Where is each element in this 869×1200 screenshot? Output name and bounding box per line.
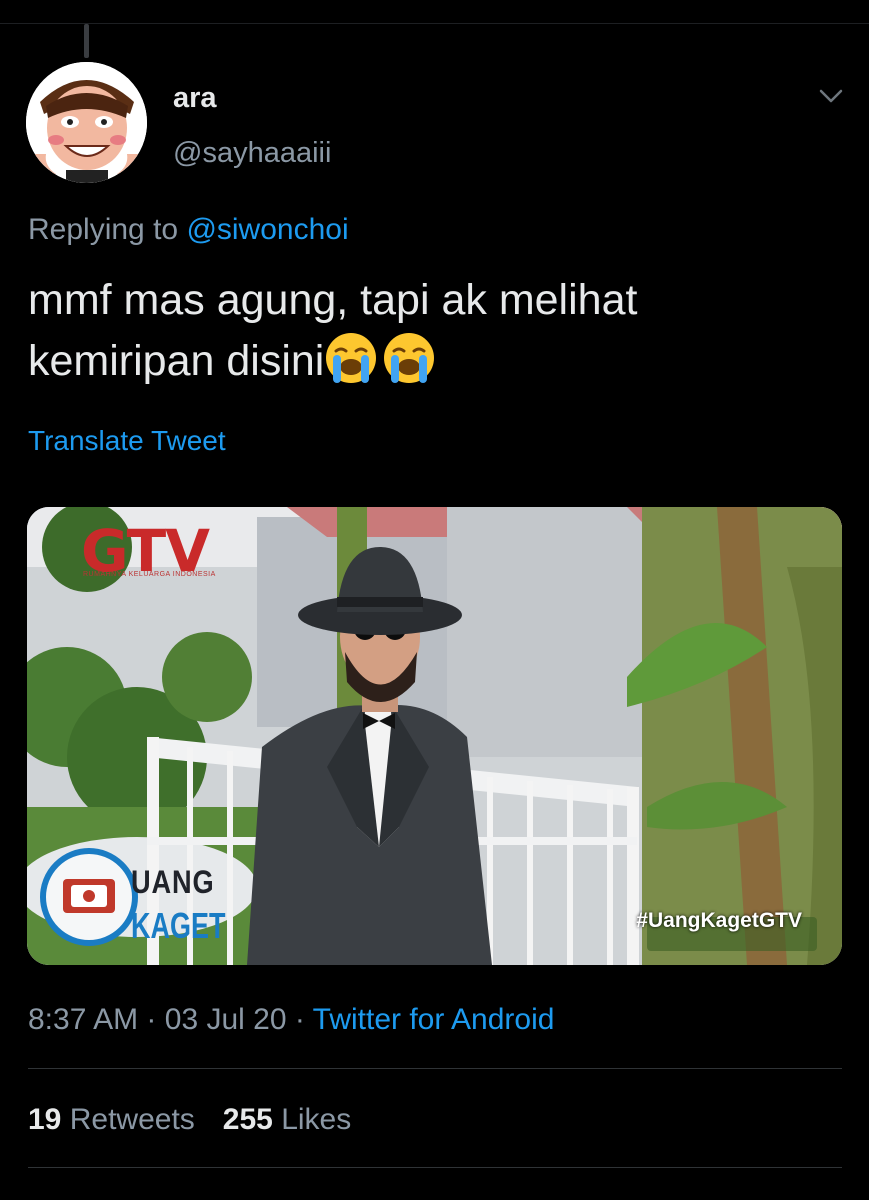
tweet-media-image[interactable]: GTV RUMAHNYA KELUARGA INDONESIA UANG KAG… [27,507,842,965]
likes-label: Likes [281,1103,352,1136]
retweets-count: 19 [28,1103,62,1136]
replying-to: Replying to @siwonchoi [28,213,349,247]
meta-separator: · [146,1003,157,1036]
tweet-source-link[interactable]: Twitter for Android [313,1003,555,1036]
media-brand-tagline: RUMAHNYA KELUARGA INDONESIA [83,571,216,578]
retweets-label: Retweets [69,1103,195,1136]
retweets-stat[interactable]: 19 Retweets [28,1103,195,1136]
stats-top-divider [28,1068,842,1069]
stats-bottom-divider [28,1167,842,1168]
loudly-crying-face-icon [326,333,377,383]
user-handle[interactable]: @sayhaaaiii [173,137,331,170]
top-divider [0,23,869,24]
media-show-title-line-1: UANG [131,864,215,900]
tweet-text: mmf mas agung, tapi ak melihat kemiripan… [28,270,828,392]
loudly-crying-face-icon [384,333,435,383]
likes-count: 255 [222,1103,273,1136]
replying-mention-link[interactable]: @siwonchoi [186,213,348,246]
chevron-down-icon[interactable] [818,86,844,106]
engagement-stats: 19 Retweets 255 Likes [28,1103,351,1137]
thread-connector [84,24,89,58]
display-name[interactable]: ara [173,82,217,115]
likes-stat[interactable]: 255 Likes [223,1103,351,1136]
avatar[interactable] [26,62,147,183]
media-show-title-line-2: KAGET [131,905,226,946]
replying-prefix: Replying to [28,213,179,246]
tweet-time[interactable]: 8:37 AM [28,1003,138,1036]
media-hashtag: #UangKagetGTV [636,909,802,932]
tweet-date[interactable]: 03 Jul 20 [165,1003,287,1036]
tweet-text-line-2: kemiripan disini [28,331,828,392]
translate-tweet-link[interactable]: Translate Tweet [28,425,226,457]
tweet-text-line-1: mmf mas agung, tapi ak melihat [28,276,638,324]
meta-separator: · [294,1003,305,1036]
tweet-text-line-2-text: kemiripan disini [28,337,325,385]
tweet-meta: 8:37 AM · 03 Jul 20 · Twitter for Androi… [28,1003,554,1037]
